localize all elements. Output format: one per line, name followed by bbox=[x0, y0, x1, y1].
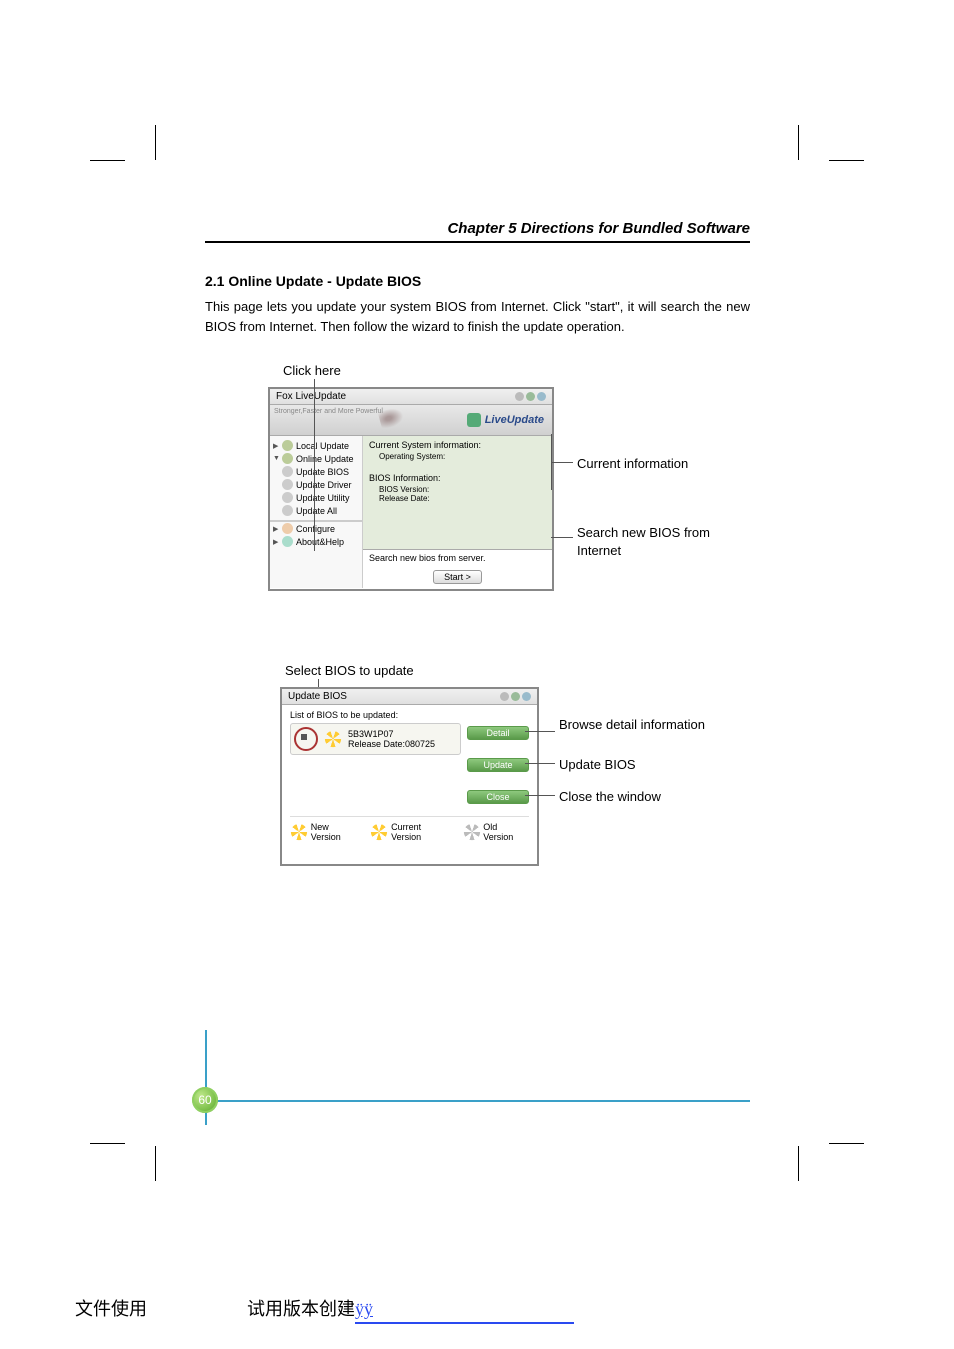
callout-search-new-bios: Search new BIOS from Internet bbox=[577, 524, 750, 560]
sidebar-item-label: Update Utility bbox=[296, 493, 350, 503]
sidebar-item-label: Configure bbox=[296, 524, 335, 534]
sidebar-item-label: About&Help bbox=[296, 537, 344, 547]
page-number: 60 bbox=[192, 1087, 218, 1113]
current-system-info-label: Current System information: bbox=[369, 440, 546, 450]
window-title-bar: Fox LiveUpdate bbox=[270, 389, 552, 405]
sidebar-item-label: Online Update bbox=[296, 454, 354, 464]
close-button[interactable]: Close bbox=[467, 790, 529, 804]
section-heading: 2.1 Online Update - Update BIOS bbox=[205, 273, 750, 289]
legend-new: New Version bbox=[311, 822, 361, 842]
sidebar-item-about-help[interactable]: ▶About&Help bbox=[270, 535, 362, 548]
chip-icon bbox=[294, 727, 318, 751]
bios-version-label: BIOS Version: bbox=[369, 485, 546, 494]
banner-brand: LiveUpdate bbox=[485, 414, 544, 426]
window-banner: Stronger,Faster and More Powerful LiveUp… bbox=[270, 405, 552, 436]
banner-tagline: Stronger,Faster and More Powerful bbox=[274, 408, 383, 415]
fig2-caption-top: Select BIOS to update bbox=[285, 662, 414, 680]
list-label: List of BIOS to be updated: bbox=[290, 710, 529, 720]
liveupdate-window: Fox LiveUpdate Stronger,Faster and More … bbox=[268, 387, 554, 591]
window-title: Update BIOS bbox=[288, 691, 347, 702]
operating-system-label: Operating System: bbox=[369, 452, 546, 461]
start-button[interactable]: Start > bbox=[433, 570, 482, 584]
sidebar-item-local-update[interactable]: ▶Local Update bbox=[270, 439, 362, 452]
sidebar-item-update-utility[interactable]: Update Utility bbox=[270, 491, 362, 504]
callout-browse-detail: Browse detail information bbox=[559, 716, 705, 734]
page-footer-ornament: 60 bbox=[155, 1075, 750, 1145]
window-controls[interactable] bbox=[500, 692, 531, 701]
bios-release-date: Release Date:080725 bbox=[348, 739, 435, 749]
sidebar: ▶Local Update ▼Online Update Update BIOS… bbox=[270, 436, 363, 588]
footer-left-text: 文件使用 bbox=[75, 1295, 147, 1321]
body-paragraph: This page lets you update your system BI… bbox=[205, 297, 750, 337]
bios-info-label: BIOS Information: bbox=[369, 473, 546, 483]
callout-close-window: Close the window bbox=[559, 788, 661, 806]
fig1-caption-top: Click here bbox=[283, 362, 341, 380]
legend-current: Current Version bbox=[391, 822, 452, 842]
figure-1: Click here Fox LiveUpdate Stronger,Faste… bbox=[205, 362, 750, 622]
update-button[interactable]: Update bbox=[467, 758, 529, 772]
footer-link[interactable]: ÿÿ bbox=[355, 1299, 574, 1324]
legend: New Version Current Version Old Version bbox=[290, 816, 529, 842]
sidebar-item-label: Update Driver bbox=[296, 480, 352, 490]
page-content: Chapter 5 Directions for Bundled Softwar… bbox=[205, 220, 750, 932]
search-row-label: Search new bios from server. bbox=[363, 549, 552, 566]
star-icon bbox=[291, 824, 307, 840]
sidebar-item-update-all[interactable]: Update All bbox=[270, 504, 362, 517]
sidebar-item-online-update[interactable]: ▼Online Update bbox=[270, 452, 362, 465]
window-title: Fox LiveUpdate bbox=[276, 391, 346, 402]
detail-button[interactable]: Detail bbox=[467, 726, 529, 740]
content-pane: Current System information: Operating Sy… bbox=[363, 436, 552, 549]
sidebar-item-update-bios[interactable]: Update BIOS bbox=[270, 465, 362, 478]
bios-card[interactable]: 5B3W1P07 Release Date:080725 bbox=[290, 723, 461, 755]
sidebar-item-label: Update All bbox=[296, 506, 337, 516]
footer-right-prefix: 试用版本创建 bbox=[247, 1295, 355, 1321]
sidebar-item-update-driver[interactable]: Update Driver bbox=[270, 478, 362, 491]
release-date-label: Release Date: bbox=[369, 494, 546, 503]
legend-old: Old Version bbox=[483, 822, 529, 842]
star-icon bbox=[325, 731, 341, 747]
window-title-bar: Update BIOS bbox=[282, 689, 537, 705]
star-icon bbox=[371, 824, 387, 840]
document-footer: 文件使用 试用版本创建 ÿÿ bbox=[75, 1295, 574, 1324]
sidebar-item-label: Local Update bbox=[296, 441, 349, 451]
update-bios-window: Update BIOS List of BIOS to be updated: … bbox=[280, 687, 539, 866]
sidebar-item-label: Update BIOS bbox=[296, 467, 349, 477]
liveupdate-icon bbox=[467, 413, 481, 427]
callout-update-bios: Update BIOS bbox=[559, 756, 636, 774]
figure-2: Select BIOS to update Update BIOS List o… bbox=[205, 662, 750, 892]
window-controls[interactable] bbox=[515, 392, 546, 401]
bios-name: 5B3W1P07 bbox=[348, 729, 435, 739]
star-icon bbox=[463, 824, 479, 840]
callout-current-information: Current information bbox=[577, 455, 688, 473]
chapter-header: Chapter 5 Directions for Bundled Softwar… bbox=[205, 220, 750, 243]
sidebar-item-configure[interactable]: ▶Configure bbox=[270, 522, 362, 535]
